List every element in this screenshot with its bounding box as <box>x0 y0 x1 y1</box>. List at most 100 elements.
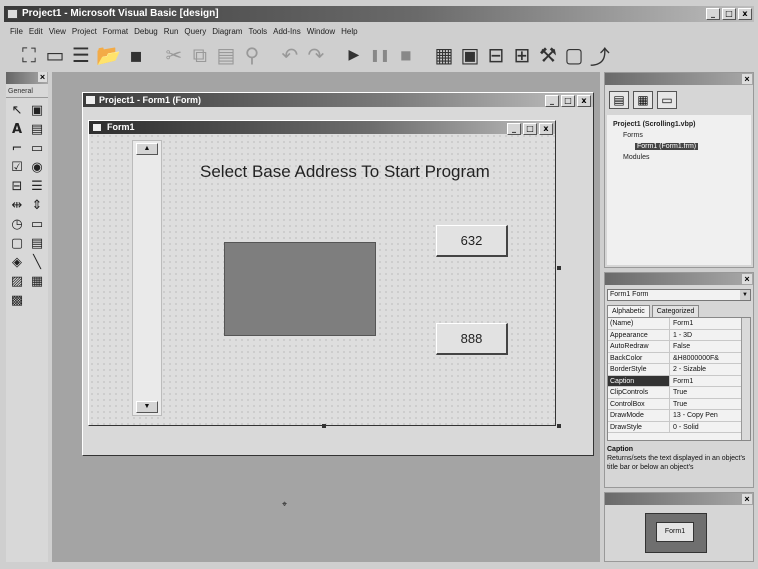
form1-maximize-button[interactable]: □ <box>523 123 537 135</box>
close-icon[interactable]: × <box>742 74 752 84</box>
property-value[interactable]: True <box>670 399 750 410</box>
form1-close-button[interactable]: x <box>539 123 553 135</box>
properties-window-icon[interactable]: ▣ <box>459 43 481 67</box>
property-value[interactable]: True <box>670 387 750 398</box>
designer-close-button[interactable]: x <box>577 95 591 107</box>
tab-alphabetic[interactable]: Alphabetic <box>607 305 650 317</box>
paste-icon[interactable]: ▤ <box>215 43 237 67</box>
property-row[interactable]: AutoRedraw False <box>608 341 750 353</box>
property-value[interactable]: 2 - Sizable <box>670 364 750 375</box>
property-value[interactable]: Form1 <box>670 318 750 329</box>
tree-forms-folder[interactable]: Forms <box>611 130 747 141</box>
menu-editor-icon[interactable]: ☰ <box>70 43 92 67</box>
menu-add-ins[interactable]: Add-Ins <box>273 24 301 39</box>
property-row[interactable]: ControlBox True <box>608 398 750 410</box>
view-code-icon[interactable]: ▤ <box>609 91 629 109</box>
project-explorer-icon[interactable]: ▦ <box>433 43 455 67</box>
add-form-icon[interactable]: ▭ <box>44 43 66 67</box>
property-value[interactable]: &H8000000F& <box>670 353 750 364</box>
minimize-button[interactable]: _ <box>706 8 720 20</box>
dirlistbox-tool-icon[interactable]: ▢ <box>8 235 26 251</box>
data-tool-icon[interactable]: ▦ <box>28 273 46 289</box>
layout-form-preview[interactable]: Form1 <box>656 522 694 542</box>
property-value[interactable]: 1 - 3D <box>670 330 750 341</box>
hscrollbar-tool-icon[interactable]: ⇹ <box>8 197 26 213</box>
menu-window[interactable]: Window <box>307 24 335 39</box>
address-632-button[interactable]: 632 <box>436 225 508 257</box>
property-row-selected[interactable]: Caption Form1 <box>608 375 750 387</box>
textbox-tool-icon[interactable]: ▤ <box>28 121 46 137</box>
address-888-button[interactable]: 888 <box>436 323 508 355</box>
close-button[interactable]: x <box>738 8 752 20</box>
menu-tools[interactable]: Tools <box>248 24 267 39</box>
ole-tool-icon[interactable]: ▩ <box>8 292 26 308</box>
scroll-down-button[interactable]: ▼ <box>136 401 158 413</box>
add-project-icon[interactable]: ⛶ <box>18 43 40 67</box>
toolbox-general-tab[interactable]: General <box>6 84 48 98</box>
label-tool-icon[interactable]: A <box>8 121 26 137</box>
property-row[interactable]: DrawMode 13 - Copy Pen <box>608 410 750 422</box>
shape-tool-icon[interactable]: ◈ <box>8 254 26 270</box>
toggle-folders-icon[interactable]: ▭ <box>657 91 677 109</box>
image-tool-icon[interactable]: ▨ <box>8 273 26 289</box>
optionbutton-tool-icon[interactable]: ◉ <box>28 159 46 175</box>
line-tool-icon[interactable]: ╲ <box>28 254 46 270</box>
resize-handle[interactable] <box>557 266 561 270</box>
component-manager-icon[interactable]: ⤴ <box>589 44 611 69</box>
vertical-scrollbar[interactable]: ▲ ▼ <box>132 140 162 416</box>
object-browser-icon[interactable]: ⊞ <box>511 43 533 67</box>
end-icon[interactable]: ■ <box>395 44 417 66</box>
menu-query[interactable]: Query <box>184 24 206 39</box>
tab-categorized[interactable]: Categorized <box>651 305 700 317</box>
save-project-icon[interactable]: ▪ <box>125 43 147 67</box>
object-selector[interactable]: Form1 Form ▼ <box>607 289 751 301</box>
tree-modules-folder[interactable]: Modules <box>611 152 747 163</box>
drivelistbox-tool-icon[interactable]: ▭ <box>28 216 46 232</box>
checkbox-tool-icon[interactable]: ☑ <box>8 159 26 175</box>
scroll-up-button[interactable]: ▲ <box>136 143 158 155</box>
copy-icon[interactable]: ⧉ <box>189 43 211 67</box>
property-row[interactable]: BackColor &H8000000F& <box>608 352 750 364</box>
data-view-icon[interactable]: ▢ <box>563 43 585 67</box>
property-value[interactable]: 0 - Solid <box>670 422 750 433</box>
pointer-tool-icon[interactable]: ↖ <box>8 102 26 118</box>
designer-maximize-button[interactable]: □ <box>561 95 575 107</box>
toolbox-icon[interactable]: ⚒ <box>537 43 559 67</box>
property-value[interactable]: Form1 <box>670 376 750 387</box>
break-icon[interactable]: ❚❚ <box>369 44 391 66</box>
property-row[interactable]: Appearance 1 - 3D <box>608 329 750 341</box>
close-icon[interactable]: × <box>38 72 47 82</box>
commandbutton-tool-icon[interactable]: ▭ <box>28 140 46 156</box>
designer-minimize-button[interactable]: _ <box>545 95 559 107</box>
property-value[interactable]: False <box>670 341 750 352</box>
open-project-icon[interactable]: 📂 <box>96 43 121 67</box>
listbox-tool-icon[interactable]: ☰ <box>28 178 46 194</box>
menu-run[interactable]: Run <box>164 24 179 39</box>
redo-icon[interactable]: ↷ <box>305 43 327 67</box>
property-row[interactable]: (Name) Form1 <box>608 318 750 330</box>
maximize-button[interactable]: □ <box>722 8 736 20</box>
property-row[interactable]: DrawStyle 0 - Solid <box>608 421 750 433</box>
find-icon[interactable]: ⚲ <box>241 43 263 67</box>
chevron-down-icon[interactable]: ▼ <box>740 290 750 300</box>
tree-form1-item[interactable]: Form1 (Form1.frm) <box>635 143 699 150</box>
undo-icon[interactable]: ↶ <box>279 43 301 67</box>
cut-icon[interactable]: ✂ <box>163 43 185 67</box>
menu-help[interactable]: Help <box>341 24 357 39</box>
form-layout-icon[interactable]: ⊟ <box>485 43 507 67</box>
tree-project-node[interactable]: Project1 (Scrolling1.vbp) <box>611 119 747 130</box>
resize-handle[interactable] <box>322 424 326 428</box>
property-value[interactable]: 13 - Copy Pen <box>670 410 750 421</box>
close-icon[interactable]: × <box>742 494 752 504</box>
timer-tool-icon[interactable]: ◷ <box>8 216 26 232</box>
menu-file[interactable]: File <box>10 24 23 39</box>
vscrollbar-tool-icon[interactable]: ⇕ <box>28 197 46 213</box>
frame-tool-icon[interactable]: ⌐ <box>8 140 26 156</box>
menu-debug[interactable]: Debug <box>134 24 158 39</box>
picture-box[interactable] <box>224 242 376 336</box>
menu-edit[interactable]: Edit <box>29 24 43 39</box>
close-icon[interactable]: × <box>742 274 752 284</box>
combobox-tool-icon[interactable]: ⊟ <box>8 178 26 194</box>
property-row[interactable]: BorderStyle 2 - Sizable <box>608 364 750 376</box>
filelistbox-tool-icon[interactable]: ▤ <box>28 235 46 251</box>
